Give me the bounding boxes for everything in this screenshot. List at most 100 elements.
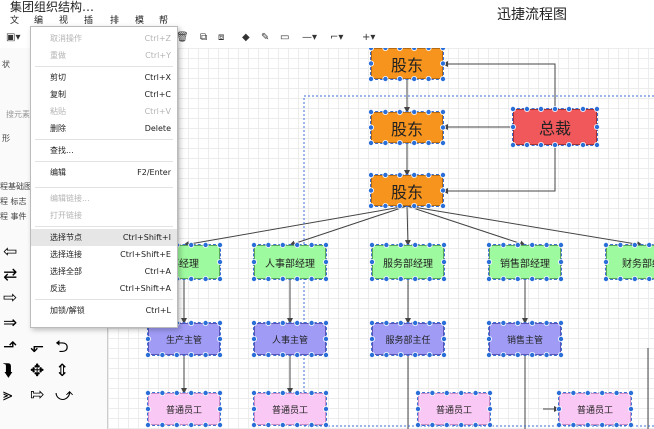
org-node-emp1[interactable]: 普通员工: [147, 392, 221, 426]
arrow-cross-icon[interactable]: ✥: [30, 362, 44, 380]
menu-item-shortcut: Ctrl+Shift+I: [122, 233, 171, 242]
arrow-left-shape-icon[interactable]: ⇦: [3, 243, 17, 261]
menu-item-label: 选择全部: [50, 267, 82, 276]
connector[interactable]: [442, 61, 556, 109]
menu-item[interactable]: 查找...: [31, 142, 177, 159]
menu-item: 编辑链接...: [31, 190, 177, 207]
fill-color-icon[interactable]: ◆: [242, 31, 250, 45]
org-node-gudong1[interactable]: 股东: [370, 48, 444, 80]
chevron-shape-icon[interactable]: ⪢: [3, 386, 13, 404]
arrow-notched-icon[interactable]: ⇰: [30, 386, 44, 404]
menu-item[interactable]: 删除 Delete: [31, 120, 177, 137]
org-node-label: 普通员工: [435, 405, 472, 416]
menu-item-label: 打开链接: [50, 211, 82, 220]
waypoint-icon[interactable]: ⌐▾: [330, 31, 343, 45]
menu-item-label: 重做: [50, 51, 66, 60]
menu-item-shortcut: Ctrl+L: [145, 306, 171, 315]
org-node-zongcai[interactable]: 总裁: [512, 108, 598, 146]
menu-item[interactable]: 剪切 Ctrl+X: [31, 69, 177, 86]
menu-item[interactable]: 复制 Ctrl+C: [31, 86, 177, 103]
sidebar-category-flow-events[interactable]: 程 事件: [0, 212, 27, 222]
menu-separator: [35, 161, 173, 162]
org-node-sup3[interactable]: 服务部主任: [371, 322, 445, 356]
menu-item-shortcut: Ctrl+Y: [145, 51, 171, 60]
menu-item-label: 剪切: [50, 73, 66, 82]
connector[interactable]: [183, 205, 408, 248]
org-node-emp2[interactable]: 普通员工: [253, 392, 327, 426]
connector[interactable]: [289, 205, 408, 247]
arrow-double-shape-icon[interactable]: ⇄: [3, 266, 17, 284]
menu-item-shortcut: Ctrl+V: [144, 107, 171, 116]
connector[interactable]: [404, 205, 411, 246]
menu-item-label: 反选: [50, 284, 66, 293]
org-node-label: 普通员工: [165, 405, 202, 416]
arrow-up-both-icon[interactable]: ⇕: [55, 362, 69, 380]
menu-item: 打开链接: [31, 207, 177, 224]
line-color-icon[interactable]: ✎: [261, 31, 269, 45]
org-node-mgr3[interactable]: 服务部经理: [371, 244, 445, 280]
org-node-label: 销售部经理: [500, 258, 550, 270]
org-node-label: 服务部主任: [385, 335, 431, 346]
sidebar-category-flow-marks[interactable]: 程 标志: [0, 197, 27, 207]
org-node-emp4[interactable]: 普通员工: [558, 392, 632, 426]
arrow-bend-icon[interactable]: ⬐: [30, 338, 44, 356]
org-node-label: 服务部经理: [383, 258, 433, 270]
arrow-corner-icon[interactable]: ⬏: [3, 338, 17, 356]
org-node-sup2[interactable]: 人事主管: [253, 322, 327, 356]
menu-separator: [35, 299, 173, 300]
diagram-canvas[interactable]: 股东股东股东总裁部经理人事部经理服务部经理销售部经理财务部经生产主管人事主管服务…: [108, 48, 654, 429]
org-node-gudong2[interactable]: 股东: [370, 111, 444, 144]
org-node-label: 总裁: [538, 119, 571, 138]
menu-item-shortcut: Ctrl+Shift+A: [119, 284, 171, 293]
menu-item[interactable]: 加锁/解锁 Ctrl+L: [31, 302, 177, 319]
menu-item-shortcut: F2/Enter: [137, 168, 171, 177]
arrow-turn-icon[interactable]: ⮌: [55, 338, 69, 356]
org-node-mgr2[interactable]: 人事部经理: [253, 244, 327, 280]
sidebar-category-flow-basic[interactable]: 程基础图: [0, 182, 32, 192]
menu-separator: [35, 226, 173, 227]
menu-item-label: 复制: [50, 90, 66, 99]
org-node-mgr4[interactable]: 销售部经理: [488, 244, 562, 280]
menu-item[interactable]: 编辑 F2/Enter: [31, 164, 177, 181]
menu-item-shortcut: Ctrl+A: [144, 267, 171, 276]
org-node-label: 股东: [390, 55, 423, 75]
org-node-label: 股东: [390, 182, 423, 202]
arrow-right-shape-icon[interactable]: ⇨: [3, 289, 17, 307]
menu-separator: [35, 139, 173, 140]
org-node-sup4[interactable]: 销售主管: [488, 322, 562, 356]
menu-item: 粘贴 Ctrl+V: [31, 103, 177, 120]
menu-item[interactable]: 选择连接 Ctrl+Shift+E: [31, 246, 177, 263]
menu-item-label: 粘贴: [50, 107, 66, 116]
to-front-icon[interactable]: ⧉: [200, 31, 207, 45]
search-input[interactable]: 搜元素: [6, 110, 30, 120]
insert-icon[interactable]: +▾: [362, 31, 375, 45]
menu-item[interactable]: 反选 Ctrl+Shift+A: [31, 280, 177, 297]
org-node-mgr5[interactable]: 财务部经: [605, 244, 654, 280]
arrow-down-corner-icon[interactable]: ⮯: [3, 362, 13, 380]
line-style-icon[interactable]: —▾: [302, 31, 317, 45]
org-node-label: 销售主管: [506, 335, 543, 346]
menu-item: 重做 Ctrl+Y: [31, 47, 177, 64]
menu-item[interactable]: 选择全部 Ctrl+A: [31, 263, 177, 280]
connector[interactable]: [442, 145, 556, 194]
org-node-emp3[interactable]: 普通员工: [417, 392, 491, 426]
to-back-icon[interactable]: ⧈: [218, 31, 224, 45]
shadow-icon[interactable]: ▭: [280, 31, 289, 45]
menu-item-label: 编辑: [50, 168, 66, 177]
arrow-right-outline-icon[interactable]: ⇒: [3, 314, 17, 332]
menu-item-shortcut: Ctrl+X: [144, 73, 171, 82]
menu-item[interactable]: 选择节点 Ctrl+Shift+I: [31, 229, 177, 246]
org-node-label: 财务部经: [622, 258, 654, 270]
connector[interactable]: [406, 205, 526, 247]
menu-separator: [35, 66, 173, 67]
org-node-label: 股东: [390, 119, 423, 139]
org-node-label: 生产主管: [165, 335, 202, 346]
org-node-gudong3[interactable]: 股东: [370, 174, 444, 207]
connector[interactable]: [406, 205, 643, 248]
arrow-curved-icon[interactable]: ⤻: [55, 386, 73, 404]
menu-item: 取消操作 Ctrl+Z: [31, 30, 177, 47]
org-node-label: 普通员工: [271, 405, 308, 416]
menu-item-label: 编辑链接...: [50, 194, 90, 203]
panel-toggle-icon[interactable]: ▣▾: [6, 31, 20, 45]
menu-item-label: 查找...: [50, 146, 74, 155]
